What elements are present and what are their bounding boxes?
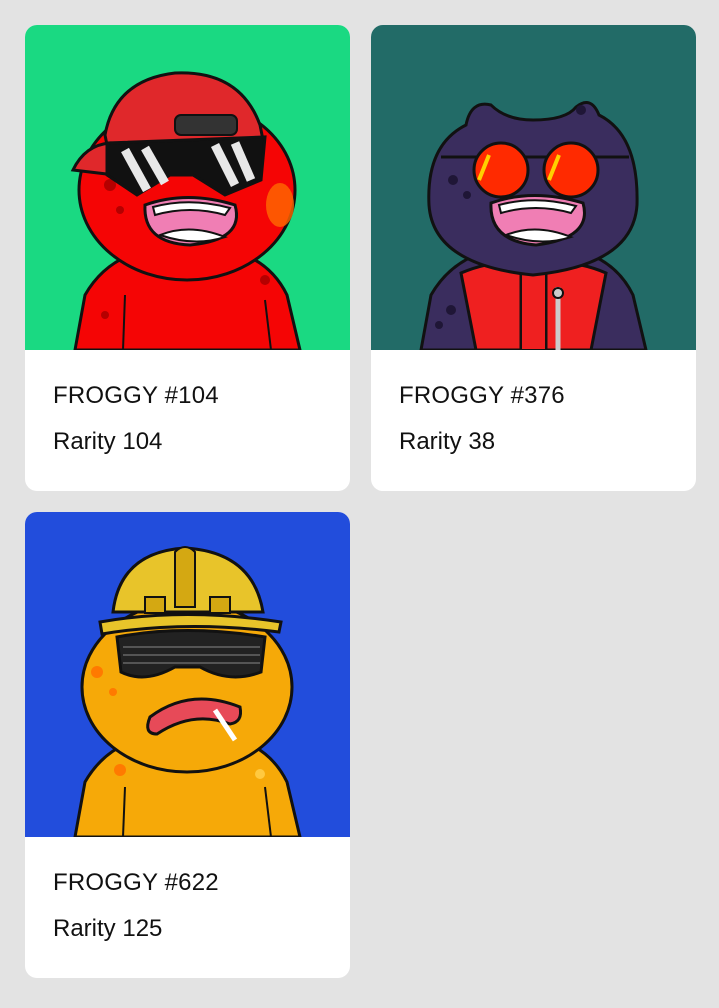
nft-rarity: Rarity 104: [53, 428, 163, 455]
nft-name: FROGGY #622: [53, 869, 219, 896]
froggy-622-image: [25, 512, 350, 837]
froggy-104-image: [25, 25, 350, 350]
nft-card-froggy-622[interactable]: FROGGY #622 Rarity 125: [25, 512, 350, 978]
nft-rarity: Rarity 38: [399, 428, 496, 455]
froggy-376-image: [371, 25, 696, 350]
nft-card-froggy-104[interactable]: FROGGY #104 Rarity 104: [25, 25, 350, 491]
nft-rarity: Rarity 125: [53, 915, 163, 942]
nft-name: FROGGY #104: [53, 382, 219, 409]
nft-card-froggy-376[interactable]: FROGGY #376 Rarity 38: [371, 25, 696, 491]
nft-name: FROGGY #376: [399, 382, 565, 409]
